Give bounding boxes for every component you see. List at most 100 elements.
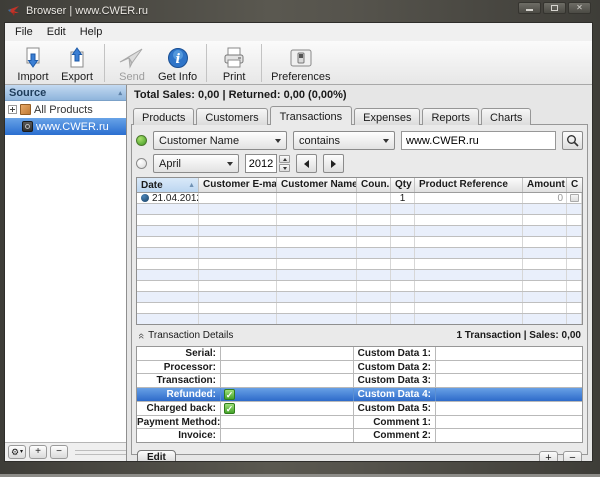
details-row[interactable]: Processor: Custom Data 2: bbox=[137, 361, 582, 375]
sidebar-add-button[interactable]: + bbox=[29, 445, 47, 459]
tab-reports[interactable]: Reports bbox=[422, 108, 479, 125]
payment-method-value[interactable] bbox=[221, 416, 354, 429]
table-row-empty[interactable] bbox=[137, 270, 582, 281]
svg-text:i: i bbox=[175, 52, 180, 67]
column-header-c[interactable]: C bbox=[567, 178, 582, 192]
period-mode-radio[interactable] bbox=[136, 158, 147, 169]
tab-products[interactable]: Products bbox=[133, 108, 194, 125]
table-row-empty[interactable] bbox=[137, 226, 582, 237]
details-row[interactable]: Serial: Custom Data 1: bbox=[137, 347, 582, 361]
processor-value[interactable] bbox=[221, 361, 354, 374]
column-header-product-reference[interactable]: Product Reference bbox=[415, 178, 523, 192]
table-row-empty[interactable] bbox=[137, 248, 582, 259]
comment-2-value[interactable] bbox=[436, 429, 582, 442]
expand-icon[interactable] bbox=[8, 105, 17, 114]
tab-transactions[interactable]: Transactions bbox=[270, 106, 353, 125]
month-selector[interactable]: April bbox=[153, 154, 239, 173]
refunded-checkbox[interactable]: ✓ bbox=[224, 389, 235, 400]
client-area: File Edit Help Import Export bbox=[4, 22, 593, 462]
serial-value[interactable] bbox=[221, 347, 354, 360]
details-row[interactable]: Charged back: ✓ Custom Data 5: bbox=[137, 402, 582, 416]
preferences-button[interactable]: Preferences bbox=[267, 43, 334, 83]
row-checkbox[interactable] bbox=[570, 194, 579, 202]
action-menu-button[interactable]: ⚙ ▾ bbox=[8, 445, 26, 459]
content-area: Source ▴ All Products www.CWER.ru ⚙ ▾ bbox=[5, 85, 592, 461]
custom-data-2-value[interactable] bbox=[436, 361, 582, 374]
splitter-grip[interactable] bbox=[75, 450, 126, 455]
column-header-date[interactable]: Date ▲ bbox=[137, 178, 199, 192]
close-button[interactable]: ✕ bbox=[568, 2, 591, 14]
comment-1-value[interactable] bbox=[436, 416, 582, 429]
remove-transaction-button[interactable]: − bbox=[563, 451, 582, 462]
get-info-label: Get Info bbox=[158, 71, 197, 83]
table-row-empty[interactable] bbox=[137, 303, 582, 314]
sidebar-remove-button[interactable]: − bbox=[50, 445, 68, 459]
table-row-empty[interactable] bbox=[137, 204, 582, 215]
next-period-button[interactable] bbox=[323, 154, 344, 173]
table-row-empty[interactable] bbox=[137, 215, 582, 226]
menu-help[interactable]: Help bbox=[73, 24, 110, 40]
details-row[interactable]: Payment Method: Comment 1: bbox=[137, 416, 582, 430]
get-info-button[interactable]: i Get Info bbox=[154, 43, 201, 83]
column-header-country[interactable]: Coun... bbox=[357, 178, 391, 192]
custom-data-5-value[interactable] bbox=[436, 402, 582, 415]
charged-back-checkbox[interactable]: ✓ bbox=[224, 403, 235, 414]
details-row[interactable]: Transaction: Custom Data 3: bbox=[137, 374, 582, 388]
column-header-customer-name[interactable]: Customer Name bbox=[277, 178, 357, 192]
operator-selector[interactable]: contains bbox=[293, 131, 395, 150]
column-header-qty[interactable]: Qty bbox=[391, 178, 415, 192]
search-mode-radio[interactable] bbox=[136, 135, 147, 146]
transaction-value[interactable] bbox=[221, 374, 354, 387]
custom-data-1-label: Custom Data 1: bbox=[354, 347, 436, 360]
site-icon bbox=[22, 121, 33, 132]
print-icon bbox=[222, 46, 246, 70]
preferences-label: Preferences bbox=[271, 71, 330, 83]
year-down-button[interactable] bbox=[279, 164, 290, 172]
custom-data-4-value[interactable] bbox=[436, 388, 582, 401]
collapse-icon[interactable]: « bbox=[136, 332, 146, 338]
table-row-empty[interactable] bbox=[137, 292, 582, 303]
menu-bar: File Edit Help bbox=[5, 23, 592, 41]
details-row-selected[interactable]: Refunded: ✓ Custom Data 4: bbox=[137, 388, 582, 402]
export-button[interactable]: Export bbox=[55, 43, 99, 83]
sidebar-item-all-products[interactable]: All Products bbox=[5, 101, 126, 118]
search-input[interactable] bbox=[401, 131, 556, 150]
month-selector-value: April bbox=[159, 158, 181, 170]
invoice-value[interactable] bbox=[221, 429, 354, 442]
column-header-amount[interactable]: Amount bbox=[523, 178, 567, 192]
edit-button[interactable]: Edit bbox=[137, 450, 176, 462]
export-label: Export bbox=[61, 71, 93, 83]
preferences-icon bbox=[289, 46, 313, 70]
year-up-button[interactable] bbox=[279, 155, 290, 163]
maximize-button[interactable] bbox=[543, 2, 566, 14]
previous-period-button[interactable] bbox=[296, 154, 317, 173]
import-button[interactable]: Import bbox=[11, 43, 55, 83]
menu-edit[interactable]: Edit bbox=[40, 24, 73, 40]
table-row-empty[interactable] bbox=[137, 281, 582, 292]
custom-data-1-value[interactable] bbox=[436, 347, 582, 360]
year-input[interactable] bbox=[245, 154, 277, 173]
tab-expenses[interactable]: Expenses bbox=[354, 108, 420, 125]
tab-charts[interactable]: Charts bbox=[481, 108, 531, 125]
print-button[interactable]: Print bbox=[212, 43, 256, 83]
title-bar[interactable]: Browser | www.CWER.ru ✕ bbox=[0, 0, 600, 22]
minimize-button[interactable] bbox=[518, 2, 541, 14]
export-icon bbox=[66, 46, 88, 70]
tab-customers[interactable]: Customers bbox=[196, 108, 267, 125]
sidebar-item-cwer[interactable]: www.CWER.ru bbox=[5, 118, 126, 135]
custom-data-3-value[interactable] bbox=[436, 374, 582, 387]
window-title: Browser | www.CWER.ru bbox=[26, 5, 148, 17]
menu-file[interactable]: File bbox=[8, 24, 40, 40]
table-row[interactable]: 21.04.2012 1 0 bbox=[137, 193, 582, 204]
table-row-empty[interactable] bbox=[137, 259, 582, 270]
search-button[interactable] bbox=[562, 131, 583, 150]
field-selector[interactable]: Customer Name bbox=[153, 131, 287, 150]
details-title: Transaction Details bbox=[148, 330, 233, 341]
add-transaction-button[interactable]: + bbox=[539, 451, 558, 462]
table-row-empty[interactable] bbox=[137, 237, 582, 248]
table-row-empty[interactable] bbox=[137, 314, 582, 325]
details-row[interactable]: Invoice: Comment 2: bbox=[137, 429, 582, 442]
sidebar-header[interactable]: Source ▴ bbox=[5, 85, 126, 101]
column-header-customer-email[interactable]: Customer E-mail bbox=[199, 178, 277, 192]
send-button[interactable]: Send bbox=[110, 43, 154, 83]
